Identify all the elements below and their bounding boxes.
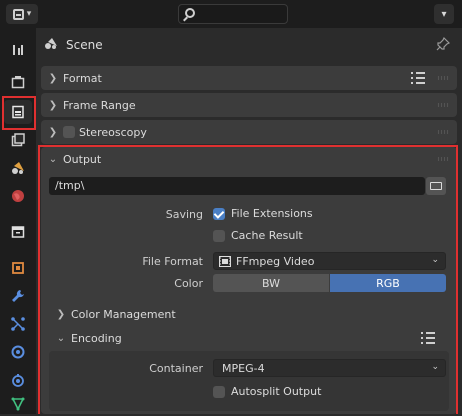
stereoscopy-panel[interactable]: ❯ Stereoscopy — [41, 120, 457, 144]
data-tab[interactable] — [4, 392, 32, 416]
printer-icon — [12, 105, 24, 119]
encoding-body: Container MPEG-4 ⌄ Autosplit Output — [49, 351, 449, 411]
encoding-subpanel-header[interactable]: ⌄ Encoding — [49, 326, 449, 350]
output-tab[interactable] — [4, 100, 32, 124]
panel-title-stereoscopy: Stereoscopy — [79, 125, 147, 139]
view-layer-icon — [11, 133, 25, 147]
file-format-dropdown[interactable]: FFmpeg Video ⌄ — [213, 252, 446, 270]
color-management-subpanel[interactable]: ❯ Color Management — [49, 302, 449, 326]
search-input[interactable] — [178, 4, 288, 24]
world-tab[interactable] — [4, 184, 32, 208]
tool-tab[interactable] — [4, 38, 32, 62]
autosplit-output-label: Autosplit Output — [231, 385, 322, 398]
format-panel[interactable]: ❯ Format — [41, 66, 457, 90]
drag-handle-icon[interactable] — [437, 76, 449, 80]
cache-result-label: Cache Result — [231, 229, 303, 242]
chevron-right-icon: ❯ — [56, 308, 66, 320]
cache-result-checkbox[interactable] — [213, 229, 225, 242]
chevron-right-icon: ❯ — [48, 72, 58, 84]
container-label: Container — [149, 362, 203, 375]
particles-icon — [11, 317, 25, 331]
film-icon — [219, 256, 231, 267]
drag-handle-icon[interactable] — [437, 157, 449, 161]
presets-icon[interactable] — [411, 72, 425, 84]
panel-title-output: Output — [63, 152, 102, 166]
file-extensions-label: File Extensions — [231, 207, 313, 220]
file-extensions-checkbox[interactable] — [213, 207, 225, 220]
chevron-down-icon: ▾ — [26, 9, 32, 19]
collection-icon — [11, 226, 25, 238]
chevron-down-icon: ⌄ — [48, 153, 58, 165]
search-icon — [185, 8, 195, 18]
physics-tab[interactable] — [4, 340, 32, 364]
properties-editor-icon — [12, 8, 24, 20]
chevron-down-icon: ⌄ — [431, 362, 439, 372]
output-path-value: /tmp\ — [55, 179, 85, 192]
file-extensions-toggle[interactable]: File Extensions — [213, 207, 313, 220]
subpanel-title-encoding: Encoding — [71, 331, 122, 345]
constraints-icon — [12, 374, 24, 387]
scene-icon — [45, 38, 57, 49]
context-header: Scene — [38, 30, 462, 60]
physics-icon — [11, 345, 25, 359]
chevron-down-icon: ▾ — [441, 8, 447, 20]
color-rgb-button[interactable]: RGB — [330, 274, 446, 292]
options-dropdown-button[interactable]: ▾ — [434, 4, 454, 24]
view-layer-tab[interactable] — [4, 128, 32, 152]
frame-range-panel[interactable]: ❯ Frame Range — [41, 93, 457, 117]
particles-tab[interactable] — [4, 312, 32, 336]
modifiers-tab[interactable] — [4, 284, 32, 308]
file-format-label: File Format — [142, 255, 203, 268]
file-format-value: FFmpeg Video — [236, 255, 315, 268]
scene-icon — [12, 162, 24, 174]
stereoscopy-checkbox[interactable] — [63, 126, 75, 138]
cache-result-toggle[interactable]: Cache Result — [213, 229, 303, 242]
color-mode-selector: BW RGB — [213, 274, 446, 292]
output-path-field[interactable]: /tmp\ — [49, 177, 425, 195]
container-dropdown[interactable]: MPEG-4 ⌄ — [213, 359, 446, 377]
scene-tab[interactable] — [4, 156, 32, 180]
render-icon — [11, 76, 25, 89]
world-icon — [12, 190, 24, 202]
chevron-right-icon: ❯ — [48, 99, 58, 111]
panel-title-format: Format — [63, 71, 102, 85]
constraints-tab[interactable] — [4, 368, 32, 392]
chevron-down-icon: ⌄ — [431, 255, 439, 265]
chevron-right-icon: ❯ — [48, 126, 58, 138]
autosplit-output-checkbox[interactable] — [213, 385, 225, 398]
object-icon — [12, 262, 24, 274]
context-title: Scene — [66, 38, 103, 52]
output-panel-header[interactable]: ⌄ Output — [41, 147, 457, 171]
saving-label: Saving — [165, 208, 203, 221]
drag-handle-icon[interactable] — [437, 103, 449, 107]
editor-type-button[interactable]: ▾ — [6, 4, 38, 24]
panel-title-frame-range: Frame Range — [63, 98, 136, 112]
color-label: Color — [174, 277, 203, 290]
data-icon — [11, 397, 25, 411]
tool-icon — [13, 45, 23, 55]
pin-icon[interactable] — [436, 37, 450, 51]
render-tab[interactable] — [4, 70, 32, 94]
drag-handle-icon[interactable] — [437, 130, 449, 134]
chevron-down-icon: ⌄ — [56, 332, 66, 344]
container-value: MPEG-4 — [222, 362, 265, 375]
browse-folder-button[interactable] — [426, 177, 446, 195]
wrench-icon — [12, 290, 24, 302]
color-bw-button[interactable]: BW — [213, 274, 329, 292]
top-bar: ▾ ▾ — [0, 0, 462, 28]
folder-icon — [430, 182, 442, 190]
collection-tab[interactable] — [4, 220, 32, 244]
subpanel-title-color-management: Color Management — [71, 307, 176, 321]
autosplit-output-toggle[interactable]: Autosplit Output — [213, 385, 321, 398]
presets-icon[interactable] — [421, 332, 435, 344]
output-panel: ⌄ Output /tmp\ Saving File Extensions Ca… — [41, 147, 457, 414]
properties-tab-bar — [0, 28, 36, 414]
object-tab[interactable] — [4, 256, 32, 280]
